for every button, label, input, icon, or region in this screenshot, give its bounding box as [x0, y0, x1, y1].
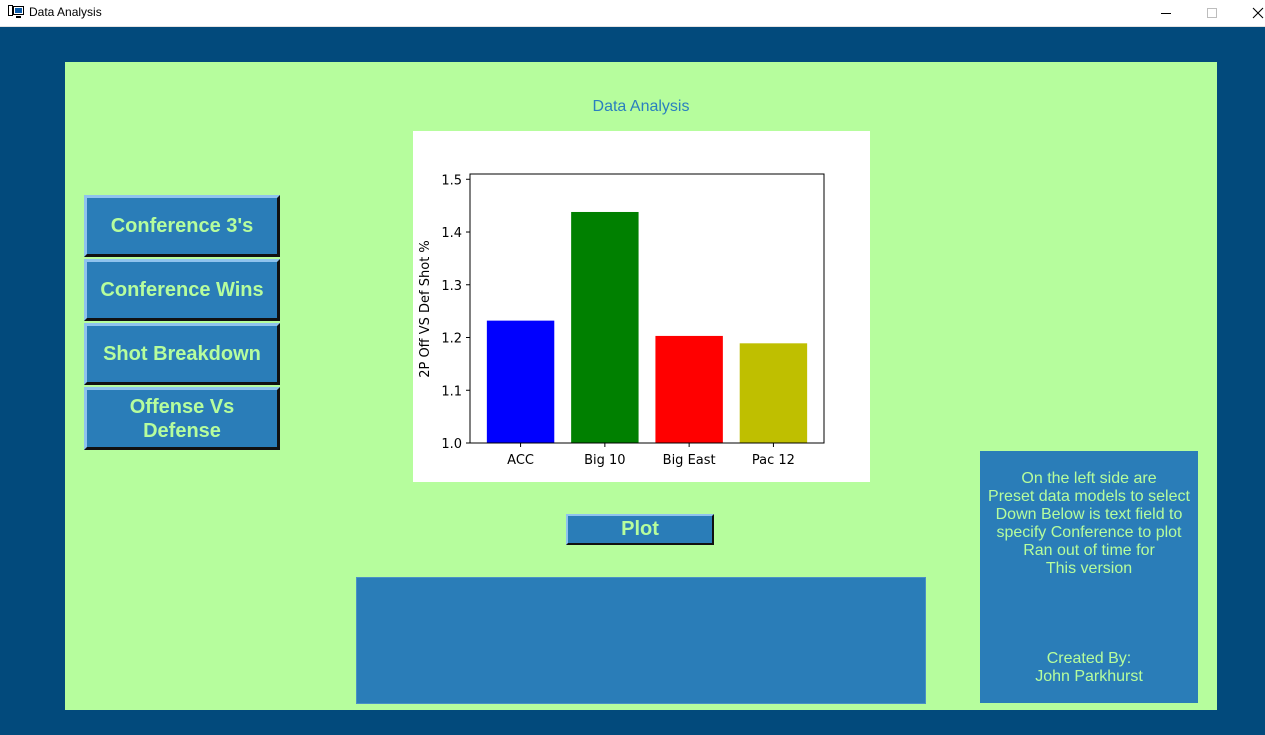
minimize-icon: [1160, 7, 1172, 19]
info-line: This version: [1045, 560, 1133, 577]
x-tick-label: Big East: [663, 453, 716, 468]
y-tick-label: 1.1: [441, 384, 462, 399]
bar-big-10: [571, 211, 639, 443]
bar-chart: 1.0 1.1 1.2 1.3 1.4 1.5 ACC Big 10 Big East Pac …: [418, 173, 825, 468]
bar-pac-12: [739, 343, 808, 443]
x-tick-label: ACC: [507, 453, 534, 468]
close-button[interactable]: [1235, 0, 1265, 26]
credit-text: Created By: John Parkhurst: [980, 650, 1198, 686]
info-line: Preset data models to select: [988, 488, 1190, 505]
minimize-button[interactable]: [1143, 0, 1189, 26]
y-tick-label: 1.3: [441, 279, 462, 294]
bar-acc: [486, 320, 555, 443]
monitor-icon: [8, 5, 24, 19]
window-title: Data Analysis: [29, 5, 102, 19]
title-bar: Data Analysis: [0, 0, 1265, 27]
x-tick-label: Big 10: [584, 453, 625, 468]
conference-threes-button[interactable]: Conference 3's: [84, 195, 280, 257]
shot-breakdown-button[interactable]: Shot Breakdown: [84, 323, 280, 385]
y-axis-label: 2P Off VS Def Shot %: [418, 240, 433, 378]
credit-line: Created By:: [1046, 650, 1132, 667]
conference-wins-button[interactable]: Conference Wins: [84, 259, 280, 321]
bar-big-east: [655, 335, 723, 443]
info-line: On the left side are: [1021, 470, 1157, 487]
y-tick-label: 1.0: [441, 437, 462, 452]
page-title: Data Analysis: [592, 98, 690, 115]
y-tick-label: 1.5: [441, 173, 462, 188]
offense-vs-defense-button[interactable]: Offense Vs Defense: [84, 387, 280, 450]
maximize-icon: [1206, 7, 1218, 19]
info-panel: On the left side are Preset data models …: [980, 451, 1198, 703]
x-tick-label: Pac 12: [752, 453, 795, 468]
y-tick-label: 1.2: [441, 332, 462, 347]
info-line: Ran out of time for: [1023, 542, 1155, 559]
credit-line: John Parkhurst: [1035, 668, 1143, 685]
close-icon: [1252, 7, 1264, 19]
conference-input[interactable]: [356, 577, 926, 704]
plot-button[interactable]: Plot: [566, 514, 714, 545]
info-line: specify Conference to plot: [996, 524, 1182, 541]
info-text: On the left side are Preset data models …: [980, 470, 1198, 578]
y-tick-label: 1.4: [441, 226, 462, 241]
info-line: Down Below is text field to: [995, 506, 1183, 523]
chart-canvas: 1.0 1.1 1.2 1.3 1.4 1.5 ACC Big 10 Big East Pac …: [413, 131, 870, 482]
maximize-button[interactable]: [1189, 0, 1235, 26]
